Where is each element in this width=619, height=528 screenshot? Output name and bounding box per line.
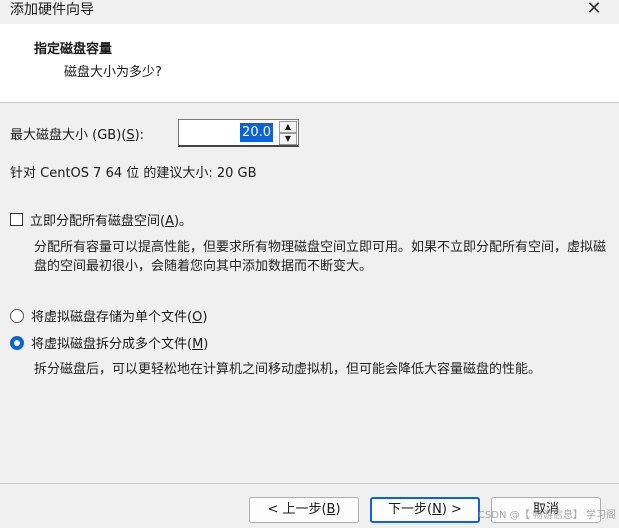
back-button[interactable]: < 上一步(B) [249, 497, 359, 523]
allocate-now-checkbox[interactable] [10, 213, 23, 226]
single-file-option[interactable]: 将虚拟磁盘存储为单个文件(O) [10, 306, 207, 325]
disk-size-label: 最大磁盘大小 (GB)(S): [10, 128, 145, 143]
next-button[interactable]: 下一步(N) > [370, 497, 480, 523]
window-title: 添加硬件向导 [10, 2, 94, 18]
allocate-now-option[interactable]: 立即分配所有磁盘空间(A)。 [10, 210, 192, 229]
multi-file-option[interactable]: 将虚拟磁盘拆分成多个文件(M) [10, 333, 208, 352]
wizard-header: 指定磁盘容量 磁盘大小为多少? [0, 24, 619, 102]
split-description: 拆分磁盘后，可以更轻松地在计算机之间移动虚拟机，但可能会降低大容量磁盘的性能。 [34, 362, 542, 377]
spin-up-arrow-icon[interactable]: ▲ [279, 121, 297, 133]
allocate-now-label: 立即分配所有磁盘空间(A)。 [30, 214, 193, 229]
disk-size-spinbox[interactable]: 20.0 ▲ ▼ [178, 119, 299, 147]
footer-divider [0, 483, 619, 484]
spin-down-arrow-icon[interactable]: ▼ [279, 133, 297, 145]
close-icon[interactable]: ✕ [583, 0, 605, 20]
single-file-radio[interactable] [10, 308, 24, 323]
recommended-size-text: 针对 CentOS 7 64 位 的建议大小: 20 GB [10, 166, 257, 181]
title-bar: 添加硬件向导 ✕ [0, 0, 619, 24]
disk-size-input[interactable]: 20.0 [240, 123, 273, 142]
multi-file-label: 将虚拟磁盘拆分成多个文件(M) [31, 337, 209, 352]
multi-file-radio[interactable] [10, 335, 24, 350]
spin-buttons: ▲ ▼ [279, 121, 297, 145]
header-divider [0, 102, 619, 103]
allocate-description: 分配所有容量可以提高性能，但要求所有物理磁盘空间立即可用。如果不立即分配所有空间… [34, 240, 607, 274]
single-file-label: 将虚拟磁盘存储为单个文件(O) [31, 310, 208, 325]
page-subtitle: 磁盘大小为多少? [64, 65, 162, 80]
watermark: CSDN @【 畅游信息】 学习阁 [477, 510, 616, 521]
page-title: 指定磁盘容量 [34, 42, 113, 57]
